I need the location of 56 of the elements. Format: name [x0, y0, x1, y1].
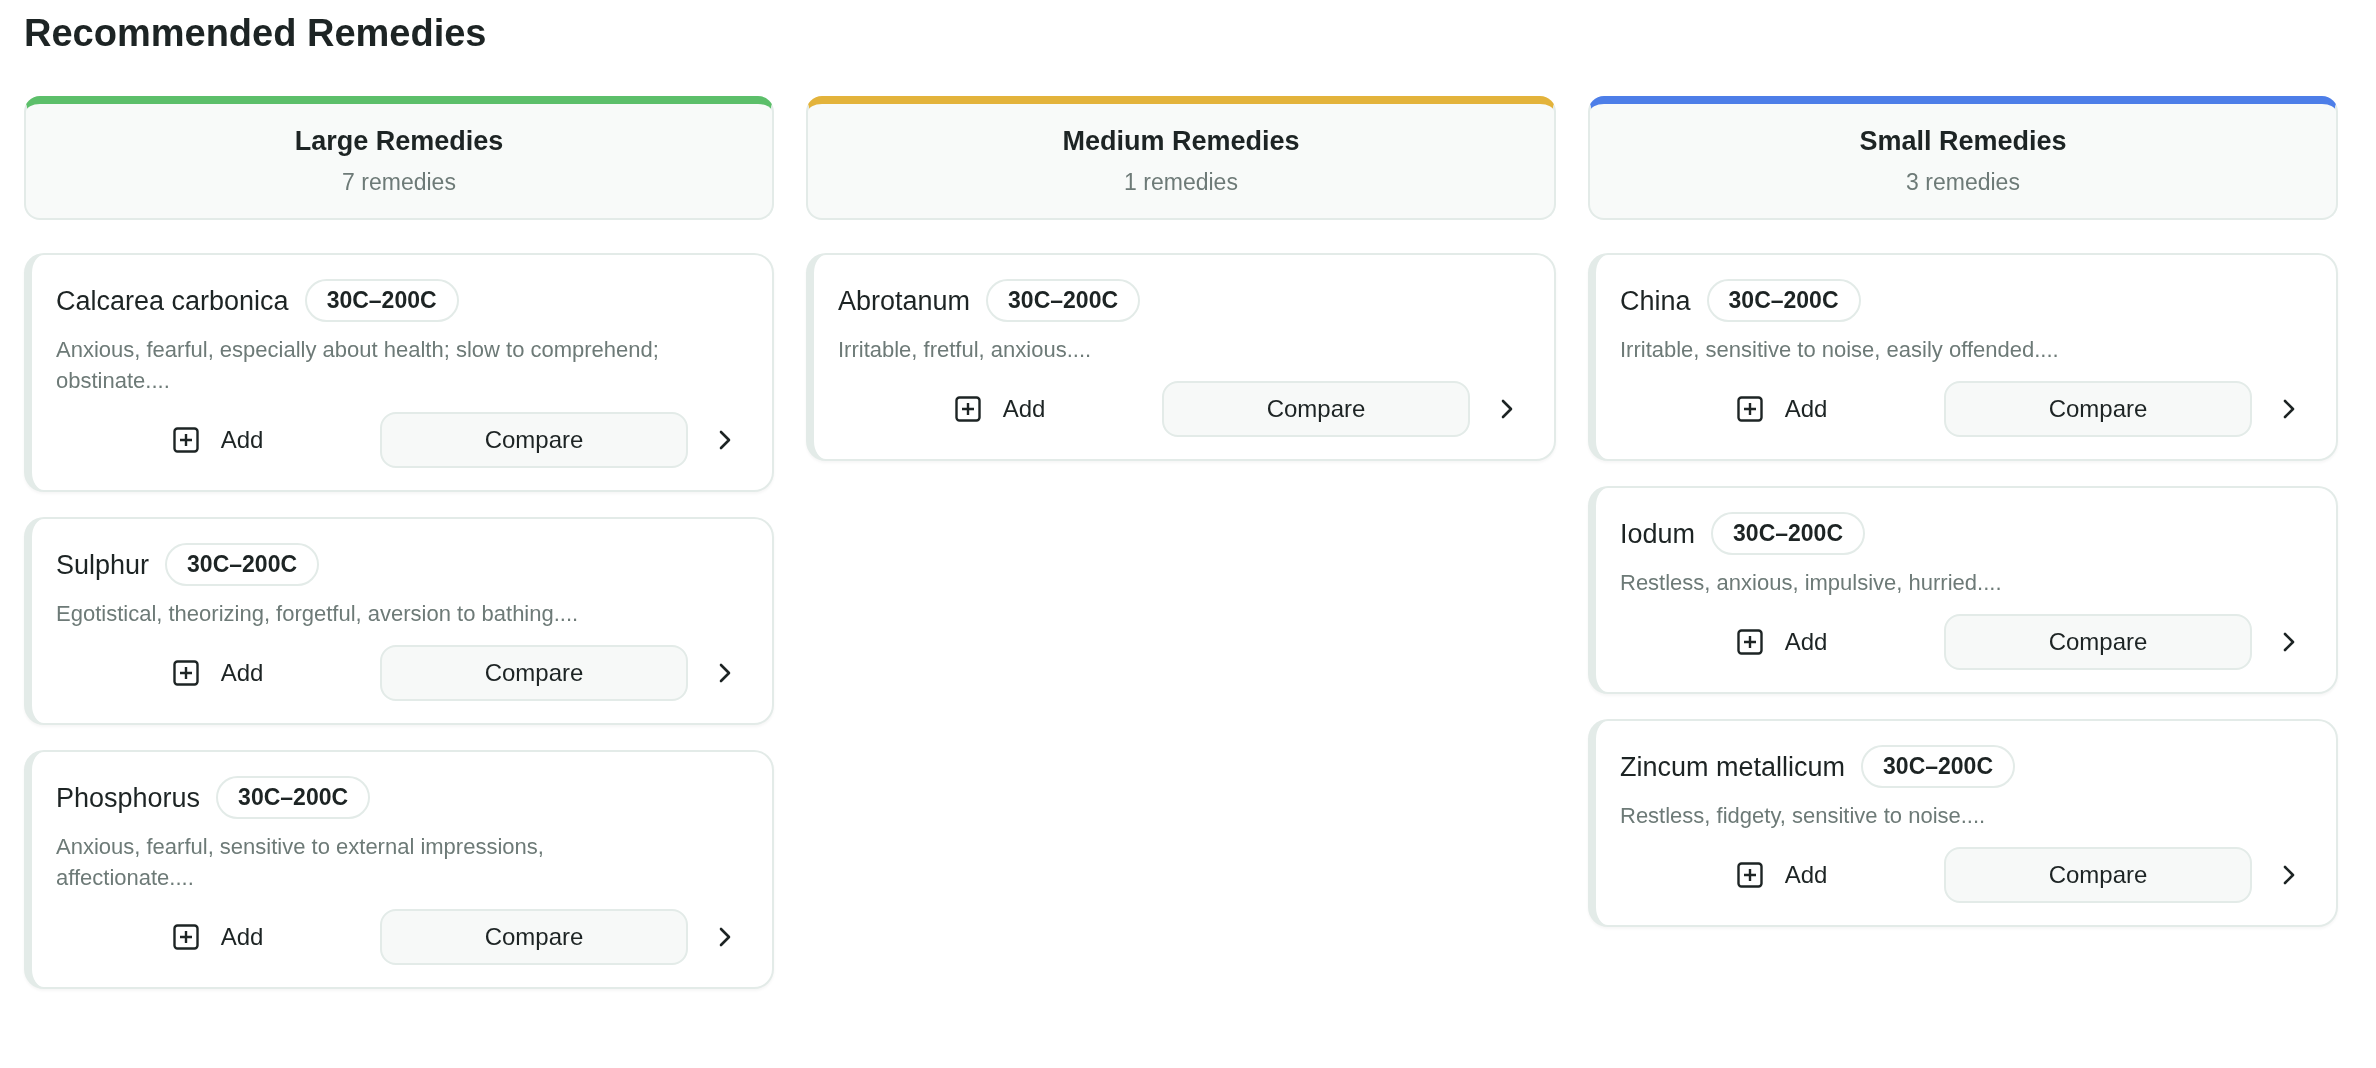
add-button[interactable]: Add: [1726, 622, 1838, 662]
remedy-description: Restless, fidgety, sensitive to noise....: [1620, 802, 1987, 830]
remedy-description: Irritable, sensitive to noise, easily offended....: [1620, 336, 2060, 364]
potency-badge: 30C–200C: [986, 279, 1141, 322]
compare-button[interactable]: Compare: [380, 645, 688, 701]
plus-square-icon: [1736, 862, 1763, 888]
add-button[interactable]: Add: [162, 917, 274, 957]
potency-badge: 30C–200C: [1711, 512, 1865, 555]
remedy-name: Zincum metallicum: [1620, 750, 1846, 784]
compare-button[interactable]: Compare: [1944, 614, 2252, 670]
chevron-right-icon[interactable]: [718, 662, 732, 684]
remedy-name: Phosphorus: [56, 781, 201, 815]
remedy-description: Anxious, fearful, sensitive to external impressions, affectionate....: [56, 833, 545, 892]
plus-square-icon: [172, 924, 199, 950]
chevron-right-icon[interactable]: [718, 429, 732, 451]
remedy-description: Anxious, fearful, especially about health; slow to comprehend; obstinate....: [56, 336, 660, 395]
chevron-right-icon[interactable]: [2282, 631, 2296, 653]
plus-square-icon: [954, 396, 981, 422]
remedy-name: Calcarea carbonica: [56, 284, 289, 318]
column-title: Medium Remedies: [1062, 126, 1300, 157]
remedy-count: 3 remedies: [1906, 169, 2020, 196]
compare-button[interactable]: Compare: [1944, 847, 2252, 903]
compare-button[interactable]: Compare: [380, 909, 688, 965]
remedy-name: China: [1620, 284, 1691, 318]
remedy-name: Iodum: [1620, 517, 1696, 551]
add-button[interactable]: Add: [162, 653, 274, 693]
remedy-name: Abrotanum: [838, 284, 971, 318]
remedy-name: Sulphur: [56, 548, 150, 582]
potency-badge: 30C–200C: [304, 279, 459, 322]
chevron-right-icon[interactable]: [1500, 398, 1514, 420]
potency-badge: 30C–200C: [216, 776, 371, 819]
remedy-count: 7 remedies: [342, 169, 456, 196]
remedy-description: Irritable, fretful, anxious....: [838, 336, 1093, 364]
plus-square-icon: [1736, 396, 1763, 422]
compare-button[interactable]: Compare: [1944, 381, 2252, 437]
remedy-description: Egotistical, theorizing, forgetful, aversion to bathing....: [56, 600, 580, 628]
add-button[interactable]: Add: [162, 420, 274, 460]
remedy-count: 1 remedies: [1124, 169, 1238, 196]
plus-square-icon: [172, 427, 199, 453]
chevron-right-icon[interactable]: [2282, 398, 2296, 420]
column-title: Small Remedies: [1859, 126, 2067, 157]
potency-badge: 30C–200C: [165, 543, 320, 586]
plus-square-icon: [1736, 629, 1763, 655]
plus-square-icon: [172, 660, 199, 686]
column-title: Large Remedies: [294, 126, 504, 157]
add-button[interactable]: Add: [944, 389, 1056, 429]
chevron-right-icon[interactable]: [718, 926, 732, 948]
add-button[interactable]: Add: [1726, 389, 1838, 429]
page-title: Recommended Remedies: [24, 11, 488, 56]
add-button[interactable]: Add: [1726, 855, 1838, 895]
compare-button[interactable]: Compare: [380, 412, 688, 468]
compare-button[interactable]: Compare: [1162, 381, 1470, 437]
potency-badge: 30C–200C: [1706, 279, 1861, 322]
potency-badge: 30C–200C: [1861, 745, 2015, 788]
remedy-description: Restless, anxious, impulsive, hurried....: [1620, 569, 2003, 597]
chevron-right-icon[interactable]: [2282, 864, 2296, 886]
